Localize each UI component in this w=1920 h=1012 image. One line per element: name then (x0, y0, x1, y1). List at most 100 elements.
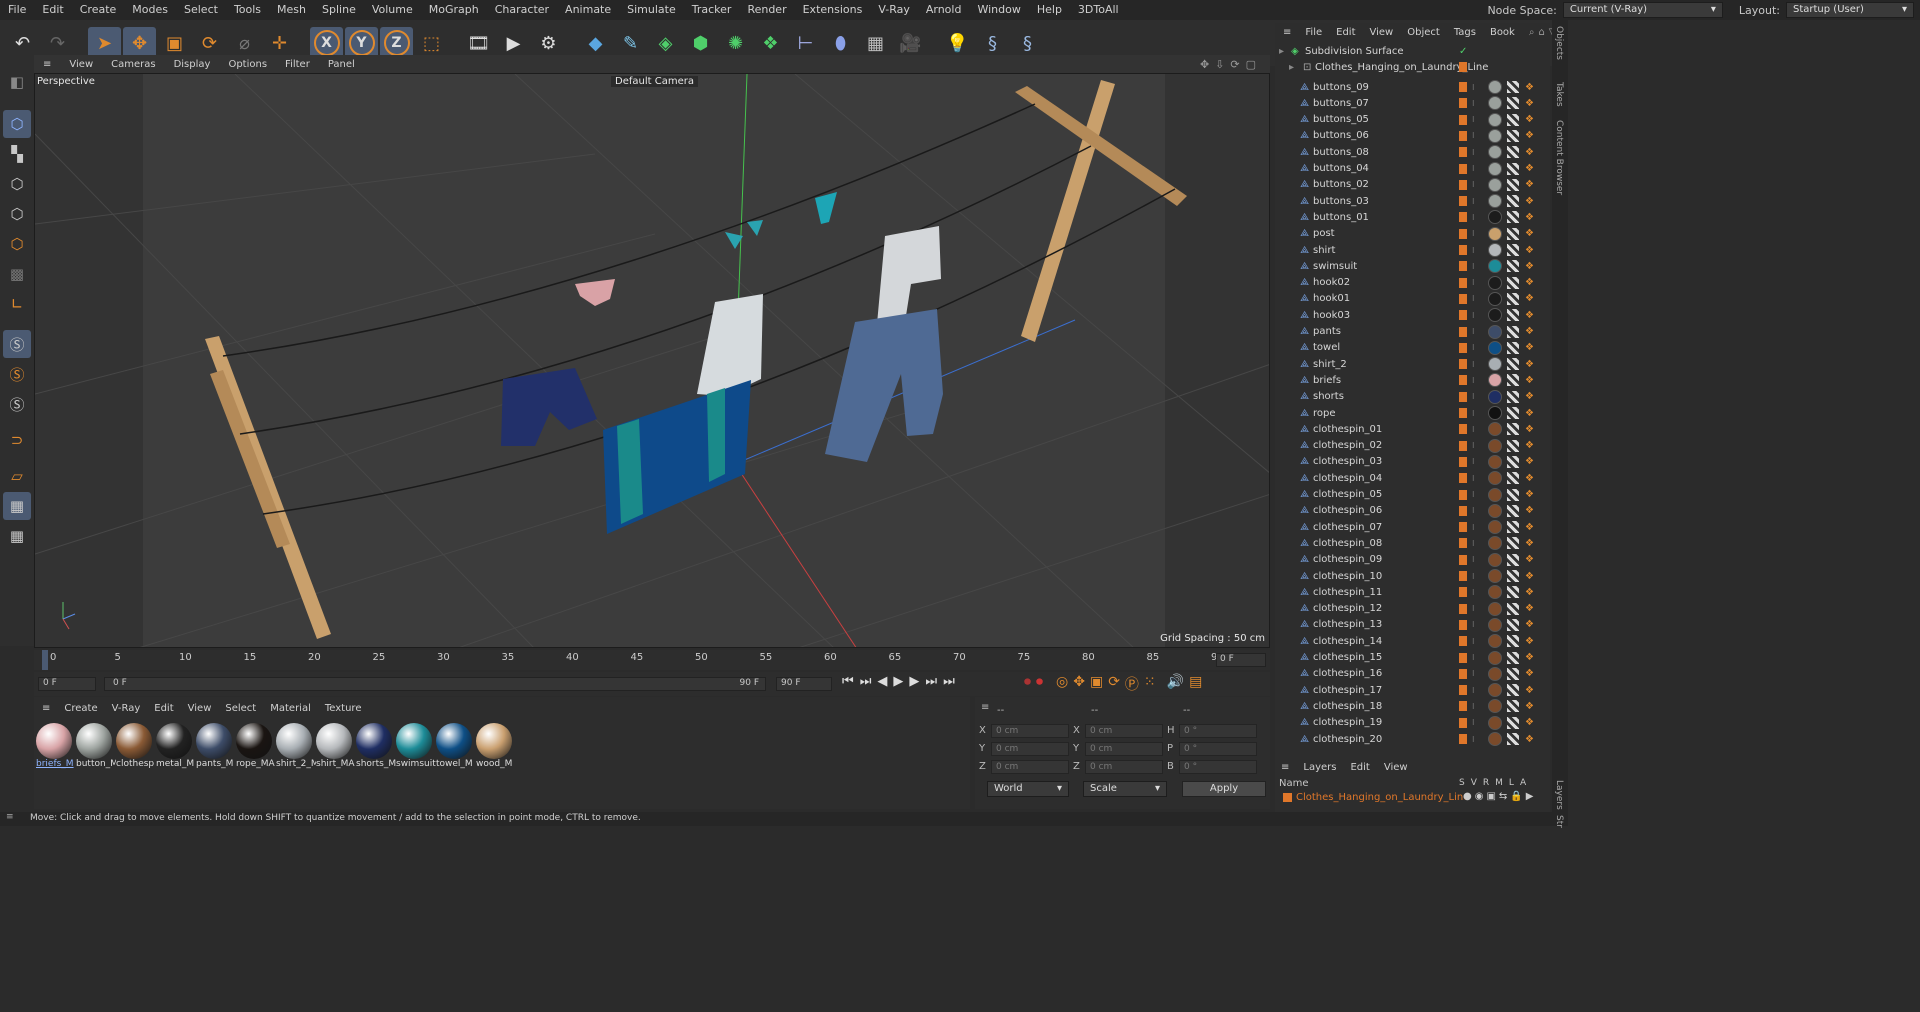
material-swatch[interactable] (316, 723, 352, 759)
mat-menu-material[interactable]: Material (270, 703, 311, 714)
record-icon[interactable]: ⏺ (1024, 674, 1031, 694)
phong-tag-icon[interactable]: ❖ (1525, 456, 1534, 467)
visibility-dots-icon[interactable]: ⁝ (1472, 131, 1475, 140)
visibility-dots-icon[interactable]: ⁝ (1472, 164, 1475, 173)
collapse-icon[interactable]: ▸ (1275, 46, 1291, 57)
material-tag-icon[interactable] (1488, 308, 1502, 323)
menu-create[interactable]: Create (72, 0, 125, 20)
object-row[interactable]: ⟁ clothespin_20 ⁝ ❖ (1275, 731, 1550, 747)
uv-tag-icon[interactable] (1507, 244, 1519, 256)
playhead[interactable] (42, 650, 48, 670)
coord-field[interactable]: 0 cm (1085, 760, 1163, 774)
menu-help[interactable]: Help (1029, 0, 1070, 20)
material-tag-icon[interactable] (1488, 243, 1502, 257)
material-tag-icon[interactable] (1488, 406, 1502, 420)
coord-field[interactable]: 0 ° (1179, 760, 1257, 774)
menu-tools[interactable]: Tools (226, 0, 269, 20)
phong-tag-icon[interactable]: ❖ (1525, 701, 1534, 712)
collapse-icon[interactable]: ▸ (1275, 62, 1303, 73)
material-swatch[interactable] (116, 723, 152, 759)
material-tag-icon[interactable] (1488, 617, 1502, 632)
menu-character[interactable]: Character (487, 0, 557, 20)
object-row[interactable]: ⟁ clothespin_18 ⁝ ❖ (1275, 698, 1550, 714)
magnet-icon[interactable]: ⊃ (3, 426, 31, 454)
object-row[interactable]: ⟁ rope ⁝ ❖ (1275, 405, 1550, 421)
uv-tag-icon[interactable] (1507, 635, 1519, 648)
material-tag-icon[interactable] (1488, 112, 1502, 127)
phong-tag-icon[interactable]: ❖ (1525, 326, 1534, 337)
next-key-icon[interactable]: ⏭ (925, 674, 937, 689)
phong-tag-icon[interactable]: ❖ (1525, 82, 1534, 93)
material-tag-icon[interactable] (1488, 650, 1502, 665)
phong-tag-icon[interactable]: ❖ (1525, 734, 1534, 745)
object-row[interactable]: ⟁ clothespin_08 ⁝ ❖ (1275, 535, 1550, 551)
menu-extensions[interactable]: Extensions (795, 0, 871, 20)
viewport[interactable]: Perspective Default Camera Grid Spacing … (34, 73, 1270, 648)
coord-hamburger-icon[interactable]: ≡ (981, 702, 989, 713)
object-row[interactable]: ⟁ clothespin_06 ⁝ ❖ (1275, 503, 1550, 519)
visibility-dots-icon[interactable]: ⁝ (1472, 376, 1475, 385)
planar-workplane-icon[interactable]: ▦ (3, 522, 31, 550)
uv-tag-icon[interactable] (1507, 716, 1519, 729)
workplane-icon[interactable]: ▱ (3, 462, 31, 490)
locked-workplane-icon[interactable]: ▦ (3, 492, 31, 520)
visibility-dots-icon[interactable]: ⁝ (1472, 343, 1475, 352)
phong-tag-icon[interactable]: ❖ (1525, 554, 1534, 565)
material-swatch[interactable] (436, 723, 472, 759)
object-row[interactable]: ⟁ clothespin_12 ⁝ ❖ (1275, 601, 1550, 617)
material-swatch[interactable] (36, 723, 72, 759)
object-row[interactable]: ⟁ clothespin_09 ⁝ ❖ (1275, 552, 1550, 568)
uv-tag-icon[interactable] (1507, 162, 1519, 175)
visibility-dots-icon[interactable]: ⁝ (1472, 523, 1475, 532)
object-row[interactable]: ⟁ clothespin_13 ⁝ ❖ (1275, 617, 1550, 633)
apply-button[interactable]: Apply (1182, 781, 1266, 797)
camera-label[interactable]: Default Camera (611, 76, 698, 87)
visibility-dots-icon[interactable]: ⁝ (1472, 213, 1475, 222)
uv-tag-icon[interactable] (1507, 667, 1519, 680)
object-row[interactable]: ⟁ hook03 ⁝ ❖ (1275, 307, 1550, 323)
phong-tag-icon[interactable]: ❖ (1525, 212, 1534, 223)
menu-tracker[interactable]: Tracker (684, 0, 740, 20)
coord-field[interactable]: 0 ° (1179, 742, 1257, 756)
tree-root[interactable]: ▸ ◈ Subdivision Surface ✓ (1275, 43, 1550, 59)
material-tag-icon[interactable] (1488, 569, 1502, 583)
menu-spline[interactable]: Spline (314, 0, 364, 20)
menu-file[interactable]: File (0, 0, 34, 20)
uv-tag-icon[interactable] (1507, 113, 1519, 126)
menu-vray[interactable]: V-Ray (870, 0, 918, 20)
visibility-dots-icon[interactable]: ⁝ (1472, 180, 1475, 189)
object-row[interactable]: ⟁ buttons_03 ⁝ ❖ (1275, 193, 1550, 209)
material-tag-icon[interactable] (1488, 128, 1502, 143)
uv-tag-icon[interactable] (1507, 651, 1519, 664)
material-tag-icon[interactable] (1488, 259, 1502, 274)
coord-field[interactable]: 0 cm (991, 742, 1069, 756)
object-row[interactable]: ⟁ buttons_04 ⁝ ❖ (1275, 161, 1550, 177)
range-slider[interactable]: 0 F 90 F (104, 677, 766, 691)
phong-tag-icon[interactable]: ❖ (1525, 440, 1534, 451)
uv-tag-icon[interactable] (1507, 97, 1519, 110)
material-tag-icon[interactable] (1488, 601, 1502, 616)
material-tag-icon[interactable] (1488, 96, 1502, 111)
material-tag-icon[interactable] (1488, 275, 1502, 290)
material-tag-icon[interactable] (1488, 732, 1502, 746)
visibility-dots-icon[interactable]: ⁝ (1472, 327, 1475, 336)
phong-tag-icon[interactable]: ❖ (1525, 261, 1534, 272)
obj-menu-tags[interactable]: Tags (1454, 27, 1476, 38)
object-row[interactable]: ⟁ shirt ⁝ ❖ (1275, 242, 1550, 258)
viewport-hamburger-icon[interactable]: ≡ (34, 59, 60, 70)
coord-field[interactable]: 0 ° (1179, 724, 1257, 738)
coord-field[interactable]: 0 cm (991, 724, 1069, 738)
uv-tag-icon[interactable] (1507, 260, 1519, 273)
visibility-dots-icon[interactable]: ⁝ (1472, 115, 1475, 124)
phong-tag-icon[interactable]: ❖ (1525, 571, 1534, 582)
snap-icon[interactable]: Ⓢ (3, 330, 31, 358)
visibility-dots-icon[interactable]: ⁝ (1472, 441, 1475, 450)
uv-tag-icon[interactable] (1507, 684, 1519, 697)
viewport-menu-filter[interactable]: Filter (276, 59, 319, 70)
coord-field[interactable]: 0 cm (1085, 742, 1163, 756)
uv-tag-icon[interactable] (1507, 618, 1519, 631)
uv-tag-icon[interactable] (1507, 521, 1519, 534)
uv-tag-icon[interactable] (1507, 570, 1519, 582)
prev-frame-icon[interactable]: ◀ (877, 674, 887, 689)
phong-tag-icon[interactable]: ❖ (1525, 652, 1534, 663)
